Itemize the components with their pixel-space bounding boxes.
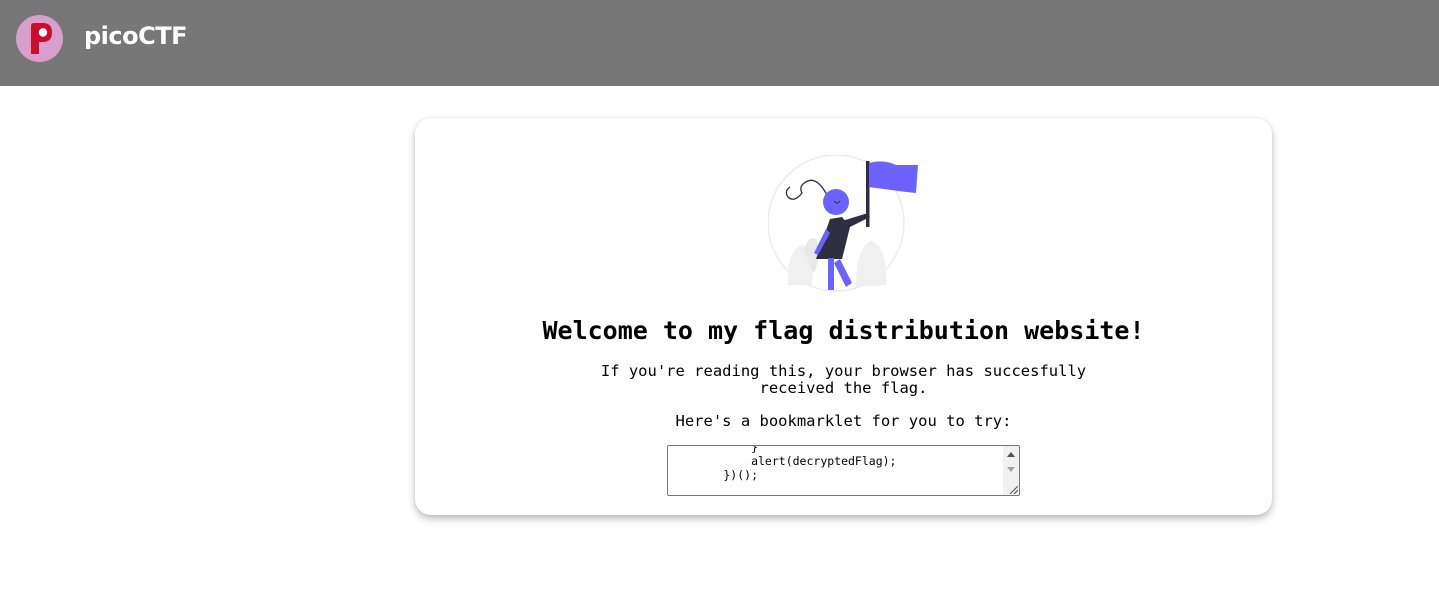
success-message: If you're reading this, your browser has… — [415, 363, 1272, 397]
top-navbar: picoCTF — [0, 0, 1439, 86]
flag-illustration — [768, 155, 918, 292]
page-title: Welcome to my flag distribution website! — [542, 316, 1145, 345]
message-line-1: If you're reading this, your browser has… — [600, 362, 1087, 380]
scroll-down-arrow-icon[interactable] — [1007, 467, 1015, 472]
bookmarklet-textarea[interactable]: } alert(decryptedFlag); })(); — [667, 445, 1020, 496]
bookmarklet-label: Here's a bookmarklet for you to try: — [675, 412, 1012, 430]
bookmarklet-code[interactable]: } alert(decryptedFlag); })(); — [668, 446, 1002, 482]
resize-grip-icon[interactable] — [1008, 484, 1018, 494]
picoctf-logo-icon[interactable] — [16, 15, 63, 62]
message-line-2: received the flag. — [759, 379, 928, 397]
brand-name[interactable]: picoCTF — [84, 22, 188, 50]
scroll-up-arrow-icon[interactable] — [1007, 452, 1015, 457]
flag-card: Welcome to my flag distribution website!… — [415, 118, 1272, 515]
